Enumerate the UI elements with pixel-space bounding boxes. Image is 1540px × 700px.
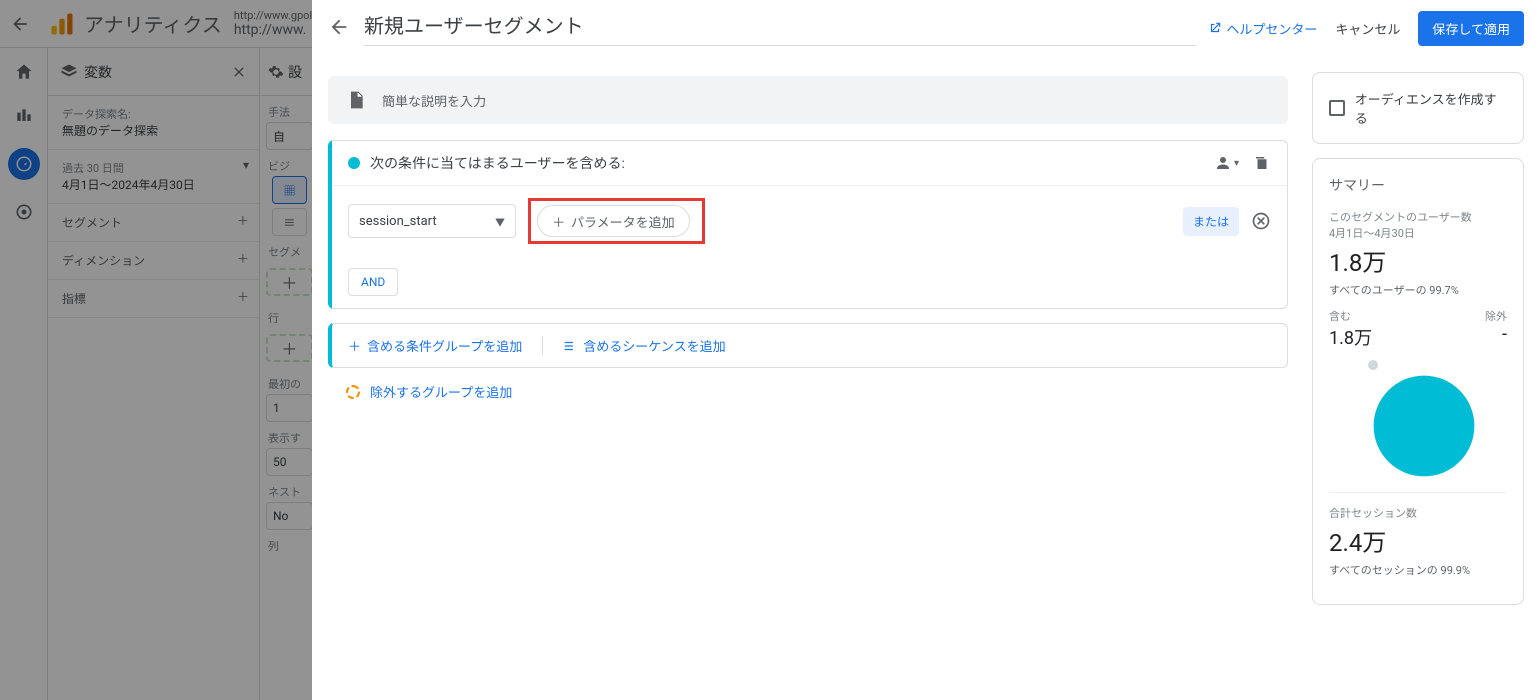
summary-users-value: 1.8万 [1329,243,1507,278]
event-selector[interactable]: session_start ▼ [348,204,516,238]
add-condition-group-label: 含める条件グループを追加 [367,336,522,355]
highlight-annotation: ＋ パラメータを追加 [528,198,705,244]
summary-sessions-value: 2.4万 [1329,523,1507,558]
plus-icon: ＋ [348,336,361,355]
include-label: 含む [1329,308,1351,324]
exclude-group-row[interactable]: 除外するグループを追加 [328,368,1288,415]
help-center-label: ヘルプセンター [1226,19,1317,38]
include-group-label: 次の条件に当てはまるユーザーを含める: [370,153,625,173]
add-sequence-label: 含めるシーケンスを追加 [583,336,725,355]
add-condition-group-button[interactable]: ＋ 含める条件グループを追加 [348,336,522,355]
modal-header: 新規ユーザーセグメント ヘルプセンター キャンセル 保存して適用 [312,0,1540,56]
segment-builder-area: 簡単な説明を入力 次の条件に当てはまるユーザーを含める: ▾ session_s… [312,56,1312,700]
summary-pie-chart [1358,360,1478,480]
or-button[interactable]: または [1183,207,1239,236]
exclude-value: - [1502,324,1507,350]
condition-row: session_start ▼ ＋ パラメータを追加 または [332,185,1287,256]
create-audience-card[interactable]: オーディエンスを作成する [1312,72,1524,144]
exclude-label: 除外 [1485,308,1507,324]
modal-back-icon[interactable] [328,16,352,40]
add-parameter-button[interactable]: ＋ パラメータを追加 [537,205,690,237]
summary-sessions-label: 合計セッション数 [1329,505,1507,521]
summary-panel: オーディエンスを作成する サマリー このセグメントのユーザー数 4月1日～4月3… [1312,56,1540,700]
sequence-icon [563,339,577,353]
chevron-down-icon: ▼ [495,214,505,229]
exclude-dot-icon [346,385,360,399]
modal-title[interactable]: 新規ユーザーセグメント [364,10,1196,46]
description-icon [346,90,366,110]
include-group-header: 次の条件に当てはまるユーザーを含める: ▾ [332,141,1287,185]
summary-users-range: 4月1日～4月30日 [1329,225,1507,241]
include-value: 1.8万 [1329,324,1372,350]
open-in-new-icon [1208,21,1222,35]
plus-icon: ＋ [552,212,565,231]
exclude-group-label: 除外するグループを追加 [370,382,512,401]
create-audience-checkbox[interactable] [1329,100,1345,116]
cancel-button[interactable]: キャンセル [1325,13,1410,44]
event-value: session_start [359,214,437,229]
add-group-row: ＋ 含める条件グループを追加 含めるシーケンスを追加 [328,323,1288,368]
description-placeholder: 簡単な説明を入力 [382,91,486,110]
segment-builder-modal: 新規ユーザーセグメント ヘルプセンター キャンセル 保存して適用 簡単な説明を入… [312,0,1540,700]
help-center-link[interactable]: ヘルプセンター [1208,19,1317,38]
delete-group-icon[interactable] [1253,154,1271,172]
and-button[interactable]: AND [348,268,398,296]
summary-users-label: このセグメントのユーザー数 [1329,209,1507,225]
summary-title: サマリー [1329,175,1507,195]
create-audience-label: オーディエンスを作成する [1355,89,1507,127]
summary-users-sub: すべてのユーザーの 99.7% [1329,282,1507,298]
and-row: AND [332,256,1287,308]
include-dot-icon [348,157,360,169]
include-group: 次の条件に当てはまるユーザーを含める: ▾ session_start ▼ ＋ [328,140,1288,309]
summary-card: サマリー このセグメントのユーザー数 4月1日～4月30日 1.8万 すべてのユ… [1312,158,1524,605]
add-sequence-button[interactable]: 含めるシーケンスを追加 [563,336,725,355]
summary-sessions-sub: すべてのセッションの 99.9% [1329,562,1507,578]
remove-condition-icon[interactable] [1251,211,1271,231]
save-apply-button[interactable]: 保存して適用 [1418,11,1524,46]
scope-selector[interactable]: ▾ [1214,154,1239,172]
pie-exclude-dot [1368,360,1378,370]
description-card[interactable]: 簡単な説明を入力 [328,76,1288,124]
add-parameter-label: パラメータを追加 [571,212,675,231]
